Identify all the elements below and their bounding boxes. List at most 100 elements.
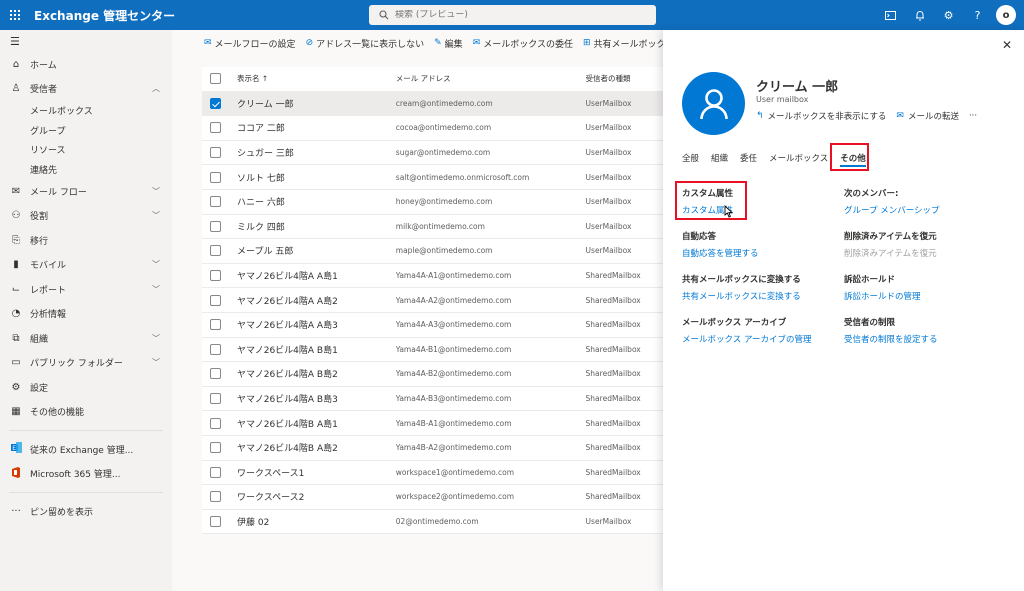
nav-sub-resources[interactable]: リソース bbox=[0, 140, 172, 160]
nav-item-more-features[interactable]: ▦ その他の機能 bbox=[0, 400, 172, 425]
table-row[interactable]: ソルト 七郎 salt@ontimedemo.onmicrosoft.com Use… bbox=[202, 165, 663, 190]
search-box[interactable] bbox=[369, 5, 656, 25]
row-display-name[interactable]: ココア 二郎 bbox=[237, 121, 396, 134]
nav-item-recipients[interactable]: ♙ 受信者 ︿ bbox=[0, 77, 172, 102]
hide-from-address-list-button[interactable]: ⊘ アドレス一覧に表示しない bbox=[306, 37, 425, 50]
row-checkbox[interactable] bbox=[210, 515, 221, 527]
tab-general[interactable]: 全般 bbox=[682, 147, 699, 169]
nav-sub-contacts[interactable]: 連絡先 bbox=[0, 160, 172, 180]
hide-mailbox-button[interactable]: ↰ メールボックスを非表示にする bbox=[756, 110, 886, 122]
row-display-name[interactable]: ヤマノ26ビル4階A A島3 bbox=[237, 318, 396, 331]
row-display-name[interactable]: シュガー 三郎 bbox=[237, 146, 396, 159]
row-display-name[interactable]: ヤマノ26ビル4階B A島1 bbox=[237, 417, 396, 430]
nav-sub-groups[interactable]: グループ bbox=[0, 121, 172, 141]
select-all-checkbox[interactable] bbox=[210, 73, 221, 85]
convert-to-shared-link[interactable]: 共有メールボックスに変換する bbox=[682, 290, 842, 302]
user-avatar[interactable]: o bbox=[996, 5, 1016, 25]
column-header-type[interactable]: 受信者の種類 bbox=[586, 73, 663, 84]
manage-auto-reply-link[interactable]: 自動応答を管理する bbox=[682, 247, 842, 259]
nav-item-mobile[interactable]: ▮ モバイル ﹀ bbox=[0, 253, 172, 278]
row-display-name[interactable]: ヤマノ26ビル4階A A島2 bbox=[237, 294, 396, 307]
manage-litigation-hold-link[interactable]: 訴訟ホールドの管理 bbox=[844, 290, 1004, 302]
table-row[interactable]: ミルク 四郎 milk@ontimedemo.com UserMailbox bbox=[202, 215, 663, 240]
row-display-name[interactable]: クリーム 一郎 bbox=[237, 97, 396, 110]
table-row[interactable]: 伊藤 02 02@ontimedemo.com UserMailbox bbox=[202, 510, 663, 535]
tab-delegation[interactable]: 委任 bbox=[740, 147, 757, 169]
nav-item-roles[interactable]: ⚇ 役割 ﹀ bbox=[0, 204, 172, 229]
table-row[interactable]: ヤマノ26ビル4階A B島2 Yama4A-B2@ontimedemo.com Sh… bbox=[202, 362, 663, 387]
row-display-name[interactable]: ソルト 七郎 bbox=[237, 171, 396, 184]
table-row[interactable]: ヤマノ26ビル4階A B島1 Yama4A-B1@ontimedemo.com Sh… bbox=[202, 338, 663, 363]
table-row[interactable]: ヤマノ26ビル4階A A島3 Yama4A-A3@ontimedemo.com Sh… bbox=[202, 313, 663, 338]
row-display-name[interactable]: ヤマノ26ビル4階B A島2 bbox=[237, 441, 396, 454]
table-row[interactable]: ヤマノ26ビル4階A A島2 Yama4A-A2@ontimedemo.com Sh… bbox=[202, 288, 663, 313]
row-checkbox[interactable] bbox=[210, 294, 221, 306]
table-row[interactable]: ワークスペース1 workspace1@ontimedemo.com SharedM… bbox=[202, 461, 663, 486]
nav-item-organization[interactable]: ⧉ 組織 ﹀ bbox=[0, 326, 172, 351]
table-row[interactable]: ヤマノ26ビル4階B A島1 Yama4B-A1@ontimedemo.com Sh… bbox=[202, 411, 663, 436]
nav-item-m365-admin[interactable]: Microsoft 365 管理... bbox=[0, 462, 172, 487]
table-row[interactable]: シュガー 三郎 sugar@ontimedemo.com UserMailbox bbox=[202, 141, 663, 166]
forward-mail-button[interactable]: ✉ メールの転送 bbox=[896, 110, 959, 122]
row-checkbox[interactable] bbox=[210, 147, 221, 159]
nav-item-public-folders[interactable]: ▭ パブリック フォルダー ﹀ bbox=[0, 351, 172, 376]
tab-organization[interactable]: 組織 bbox=[711, 147, 728, 169]
row-checkbox[interactable] bbox=[210, 196, 221, 208]
table-row[interactable]: クリーム 一郎 cream@ontimedemo.com UserMailbox bbox=[202, 91, 663, 117]
nav-item-migration[interactable]: ⎘ 移行 bbox=[0, 228, 172, 253]
row-display-name[interactable]: ヤマノ26ビル4階A A島1 bbox=[237, 269, 396, 282]
row-display-name[interactable]: ハニー 六郎 bbox=[237, 195, 396, 208]
row-checkbox[interactable] bbox=[210, 417, 221, 429]
row-checkbox[interactable] bbox=[210, 171, 221, 183]
convert-to-shared-button[interactable]: ⊞ 共有メールボックスに変換する bbox=[583, 37, 663, 50]
row-checkbox[interactable] bbox=[210, 393, 221, 405]
row-checkbox[interactable] bbox=[210, 122, 221, 134]
row-checkbox[interactable] bbox=[210, 442, 221, 454]
nav-item-classic-exchange[interactable]: E 従来の Exchange 管理... bbox=[0, 437, 172, 462]
set-recipient-limits-link[interactable]: 受信者の制限を設定する bbox=[844, 333, 1004, 345]
row-display-name[interactable]: ヤマノ26ビル4階A B島3 bbox=[237, 392, 396, 405]
table-row[interactable]: ワークスペース2 workspace2@ontimedemo.com SharedM… bbox=[202, 485, 663, 510]
hamburger-menu-icon[interactable]: ☰ bbox=[0, 30, 172, 52]
row-display-name[interactable]: ワークスペース2 bbox=[237, 490, 396, 503]
nav-sub-mailboxes[interactable]: メールボックス bbox=[0, 101, 172, 121]
edit-button[interactable]: ✎ 編集 bbox=[434, 37, 463, 50]
show-pinned-button[interactable]: ··· ピン留めを表示 bbox=[0, 499, 172, 524]
table-row[interactable]: ヤマノ26ビル4階A A島1 Yama4A-A1@ontimedemo.com Sh… bbox=[202, 264, 663, 289]
terminal-icon[interactable] bbox=[876, 0, 905, 30]
row-display-name[interactable]: メープル 五郎 bbox=[237, 244, 396, 257]
app-title[interactable]: Exchange 管理センター bbox=[34, 7, 175, 24]
row-checkbox[interactable] bbox=[210, 491, 221, 503]
row-display-name[interactable]: ヤマノ26ビル4階A B島2 bbox=[237, 367, 396, 380]
gear-icon[interactable]: ⚙ bbox=[934, 0, 963, 30]
nav-item-settings[interactable]: ⚙ 設定 bbox=[0, 375, 172, 400]
row-checkbox[interactable] bbox=[210, 343, 221, 355]
row-display-name[interactable]: ヤマノ26ビル4階A B島1 bbox=[237, 343, 396, 356]
row-display-name[interactable]: ミルク 四郎 bbox=[237, 220, 396, 233]
nav-item-mail-flow[interactable]: ✉ メール フロー ﹀ bbox=[0, 179, 172, 204]
help-icon[interactable]: ? bbox=[963, 0, 992, 30]
row-display-name[interactable]: 伊藤 02 bbox=[237, 515, 396, 528]
close-icon[interactable]: ✕ bbox=[1002, 38, 1012, 52]
table-row[interactable]: ヤマノ26ビル4階A B島3 Yama4A-B3@ontimedemo.com Sh… bbox=[202, 387, 663, 412]
app-launcher-button[interactable] bbox=[0, 0, 30, 30]
row-checkbox[interactable] bbox=[210, 466, 221, 478]
column-header-name[interactable]: 表示名 ↑ bbox=[237, 73, 396, 84]
table-row[interactable]: ココア 二郎 cocoa@ontimedemo.com UserMailbox bbox=[202, 116, 663, 141]
row-checkbox[interactable] bbox=[210, 245, 221, 257]
row-checkbox[interactable] bbox=[210, 319, 221, 331]
group-membership-link[interactable]: グループ メンバーシップ bbox=[844, 204, 1004, 216]
column-header-mail[interactable]: メール アドレス bbox=[396, 73, 586, 84]
table-row[interactable]: メープル 五郎 maple@ontimedemo.com UserMailbox bbox=[202, 239, 663, 264]
nav-item-reports[interactable]: ⌙ レポート ﹀ bbox=[0, 277, 172, 302]
row-checkbox[interactable] bbox=[210, 270, 221, 282]
mail-flow-settings-button[interactable]: ✉ メールフローの設定 bbox=[204, 37, 296, 50]
table-row[interactable]: ヤマノ26ビル4階B A島2 Yama4B-A2@ontimedemo.com Sh… bbox=[202, 436, 663, 461]
row-checkbox[interactable] bbox=[210, 368, 221, 380]
panel-more-button[interactable]: ··· bbox=[969, 111, 977, 121]
tab-mailbox[interactable]: メールボックス bbox=[769, 147, 828, 169]
manage-mailbox-archive-link[interactable]: メールボックス アーカイブの管理 bbox=[682, 333, 842, 345]
nav-item-home[interactable]: ⌂ ホーム bbox=[0, 52, 172, 77]
nav-item-insights[interactable]: ◔ 分析情報 bbox=[0, 302, 172, 327]
mailbox-delegation-button[interactable]: ✉ メールボックスの委任 bbox=[473, 37, 573, 50]
